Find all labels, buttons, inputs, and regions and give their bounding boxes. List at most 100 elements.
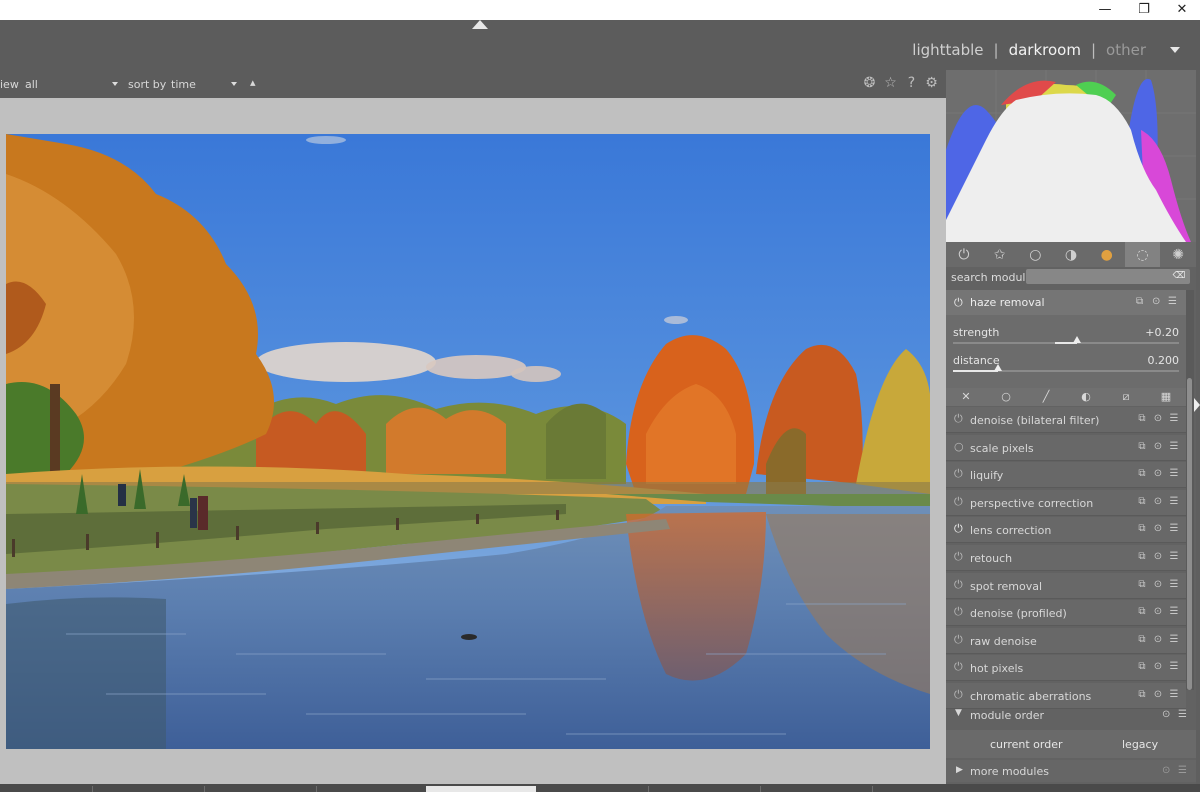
power-icon[interactable]: ⏻ [954,413,966,425]
power-icon[interactable]: ⏻ [954,689,966,701]
multi-instance-icon[interactable]: ⧉ [1136,579,1148,591]
module-row[interactable]: ⏻ hot pixels ⧉ ⊙ ☰ [946,655,1186,682]
power-icon[interactable]: ⏻ [954,661,966,673]
sort-direction-toggle[interactable]: ▴ [250,76,256,89]
drawn-parametric-mask-icon[interactable]: ⧄ [1106,388,1146,406]
multi-instance-icon[interactable]: ⧉ [1136,523,1148,535]
search-module-input[interactable]: ⌫ [1026,269,1190,284]
presets-icon[interactable]: ☰ [1168,496,1180,508]
reset-icon[interactable]: ⊙ [1152,579,1164,591]
module-row[interactable]: ⏻ spot removal ⧉ ⊙ ☰ [946,572,1186,599]
grouping-icon[interactable]: ❂ [861,75,878,92]
presets-icon[interactable]: ☰ [1168,689,1180,701]
star-icon[interactable]: ✩ [982,242,1018,267]
gear-icon[interactable]: ⚙ [923,75,940,92]
help-icon[interactable]: ? [903,75,920,92]
view-other[interactable]: other [1106,41,1146,59]
reset-icon[interactable]: ⊙ [1152,689,1164,701]
presets-icon[interactable]: ☰ [1168,413,1180,425]
slider-knob[interactable] [994,364,1003,371]
circle-icon[interactable]: ○ [1017,242,1053,267]
power-icon[interactable]: ⏻ [954,523,966,535]
star-icon[interactable]: ☆ [882,75,899,92]
current-order-button[interactable]: current order [990,738,1063,751]
chevron-down-icon[interactable] [112,82,118,86]
slider-knob[interactable] [1073,336,1082,343]
reset-icon[interactable]: ⊙ [1152,634,1164,646]
reset-icon[interactable]: ⊙ [1152,413,1164,425]
multi-instance-icon[interactable]: ⧉ [1136,413,1148,425]
presets-icon[interactable]: ☰ [1168,661,1180,673]
drawn-mask-icon[interactable]: ╱ [1026,388,1066,406]
reset-icon[interactable]: ⊙ [1162,709,1170,720]
view-filter-select[interactable]: all [25,78,38,91]
module-row[interactable]: ⏻ perspective correction ⧉ ⊙ ☰ [946,489,1186,516]
reset-icon[interactable]: ⊙ [1152,468,1164,480]
restore-button[interactable]: ❐ [1124,0,1164,20]
presets-icon[interactable]: ☰ [1168,606,1180,618]
blend-off-icon[interactable]: ✕ [946,388,986,406]
module-row[interactable]: ⏻ denoise (bilateral filter) ⧉ ⊙ ☰ [946,407,1186,433]
presets-icon[interactable]: ☰ [1168,468,1180,480]
power-icon[interactable]: ⏻ [954,551,966,563]
color-ball-icon[interactable]: ● [1089,242,1125,267]
half-circle-icon[interactable]: ◑ [1053,242,1089,267]
close-button[interactable]: ✕ [1162,0,1200,20]
parametric-mask-icon[interactable]: ◐ [1066,388,1106,406]
blend-uniform-icon[interactable]: ○ [986,388,1026,406]
distance-slider[interactable]: distance 0.200 [953,354,1179,380]
reset-icon[interactable]: ⊙ [1152,296,1160,307]
module-row[interactable]: ○ scale pixels ⧉ ⊙ ☰ [946,434,1186,461]
more-modules-section[interactable]: ▶ more modules ⊙ ☰ [946,760,1196,782]
power-icon[interactable]: ⏻ [954,296,963,310]
multi-instance-icon[interactable]: ⧉ [1136,468,1148,480]
view-lighttable[interactable]: lighttable [912,41,983,59]
collapse-right-panel-arrow[interactable] [1194,398,1200,412]
reset-icon[interactable]: ⊙ [1162,765,1170,776]
multi-instance-icon[interactable]: ⧉ [1136,496,1148,508]
multi-instance-icon[interactable]: ⧉ [1136,634,1148,646]
reset-icon[interactable]: ⊙ [1152,496,1164,508]
module-header[interactable]: ⏻ haze removal ⧉ ⊙ ☰ [946,290,1186,315]
chevron-down-icon[interactable] [1170,47,1180,53]
power-icon[interactable]: ⏻ [954,495,966,508]
presets-icon[interactable]: ☰ [1178,709,1187,720]
power-icon[interactable]: ⏻ [954,578,966,591]
presets-icon[interactable]: ☰ [1168,523,1180,535]
view-darkroom[interactable]: darkroom [1009,41,1081,59]
module-order-section[interactable]: ▼ module order ⊙ ☰ [946,706,1196,726]
multi-instance-icon[interactable]: ⧉ [1136,689,1148,701]
legacy-order-button[interactable]: legacy [1122,738,1158,751]
reset-icon[interactable]: ⊙ [1152,606,1164,618]
strength-slider[interactable]: strength +0.20 [953,326,1179,352]
power-icon[interactable]: ⏻ [946,242,982,267]
power-icon[interactable]: ⏻ [954,606,966,618]
raster-mask-icon[interactable]: ▦ [1146,388,1186,406]
multi-instance-icon[interactable]: ⧉ [1136,606,1148,618]
histogram[interactable] [946,70,1196,242]
presets-icon[interactable]: ☰ [1168,441,1180,453]
power-icon[interactable]: ⏻ [954,468,966,480]
edited-photo[interactable] [6,134,930,749]
reset-icon[interactable]: ⊙ [1152,551,1164,563]
multi-instance-icon[interactable]: ⧉ [1136,551,1148,563]
presets-icon[interactable]: ☰ [1168,551,1180,563]
reset-icon[interactable]: ⊙ [1152,661,1164,673]
reset-icon[interactable]: ⊙ [1152,441,1164,453]
chevron-down-icon[interactable]: ▼ [955,708,962,718]
module-row[interactable]: ⏻ retouch ⧉ ⊙ ☰ [946,545,1186,571]
sort-by-select[interactable]: time [171,78,196,91]
panel-scrollbar-thumb[interactable] [1187,378,1192,690]
correct-icon[interactable]: ◌ [1124,242,1161,267]
module-row[interactable]: ⏻ liquify ⧉ ⊙ ☰ [946,462,1186,489]
presets-icon[interactable]: ☰ [1168,579,1180,591]
minimize-button[interactable]: — [1085,0,1125,20]
collapse-top-panel-arrow[interactable] [472,20,488,29]
power-icon[interactable]: ⏻ [954,633,966,646]
chevron-right-icon[interactable]: ▶ [956,765,963,775]
presets-icon[interactable]: ☰ [1168,296,1177,307]
effects-icon[interactable]: ✺ [1160,242,1196,267]
clear-search-icon[interactable]: ⌫ [1172,271,1186,282]
power-icon[interactable]: ○ [954,440,966,453]
multi-instance-icon[interactable]: ⧉ [1136,296,1143,307]
